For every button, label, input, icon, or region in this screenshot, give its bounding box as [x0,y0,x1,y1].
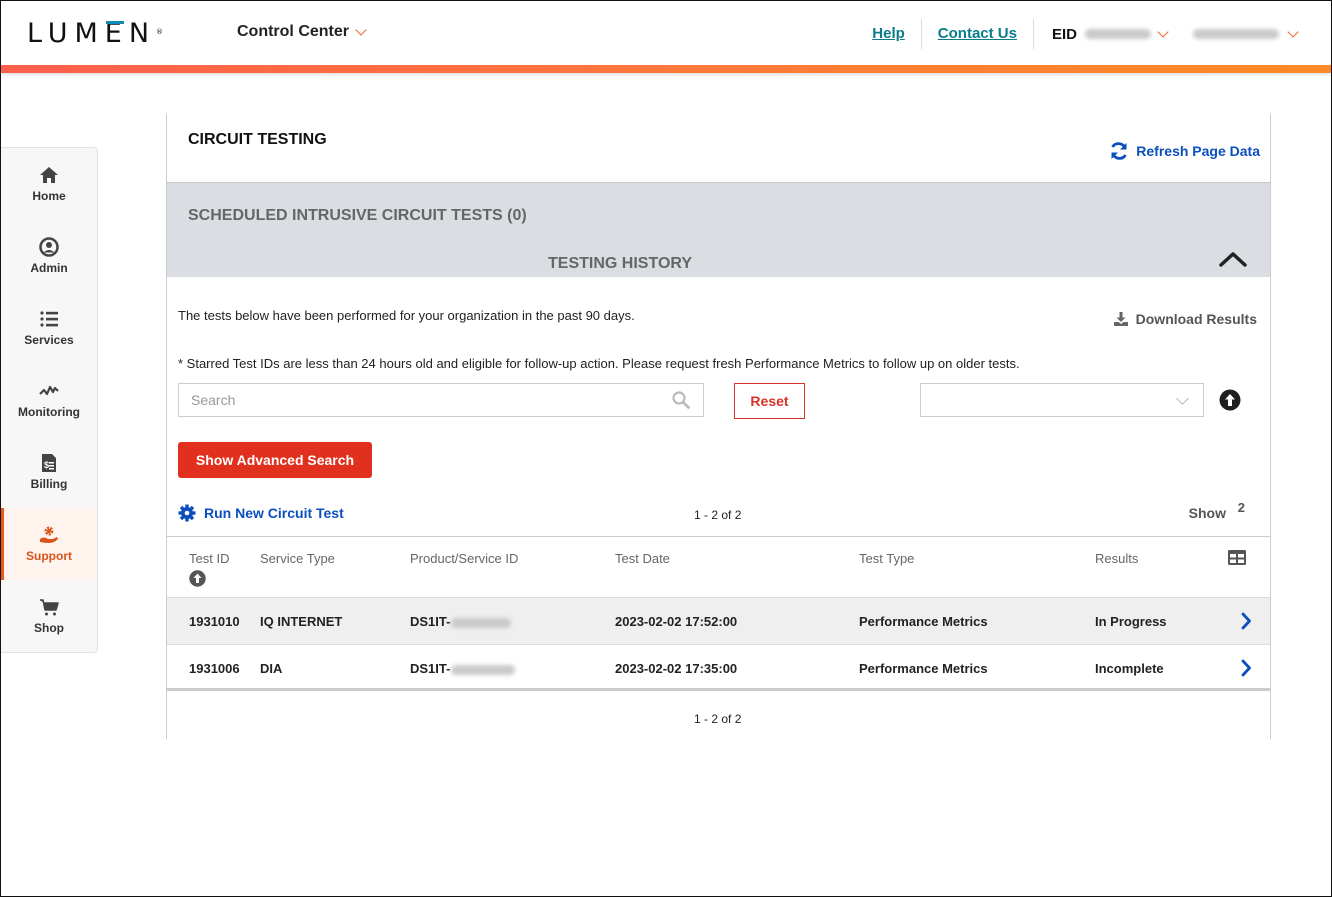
search-icon[interactable] [671,390,691,410]
sort-field-select[interactable] [920,383,1204,417]
column-header-product-service-id[interactable]: Product/Service ID [410,551,518,566]
run-test-label: Run New Circuit Test [204,505,344,521]
show-advanced-search-button[interactable]: Show Advanced Search [178,442,372,478]
cell-product-service-id: DS1IT- [410,661,516,676]
starred-note: * Starred Test IDs are less than 24 hour… [178,356,1020,371]
user-name-redacted [1193,29,1279,39]
product-id-prefix: DS1IT- [410,661,451,676]
column-header-test-id[interactable]: Test ID [189,551,229,566]
page-size-value[interactable]: 2 [1238,500,1245,515]
sort-ascending-icon[interactable] [189,570,206,587]
search-input[interactable] [179,384,671,416]
home-icon [40,167,58,183]
sidebar-item-support[interactable]: Support [1,508,97,580]
lumen-logo[interactable]: LUME N® [27,20,163,47]
column-header-service-type[interactable]: Service Type [260,551,335,566]
pagination-range: 1 - 2 of 2 [694,508,742,522]
cell-test-date: 2023-02-02 17:52:00 [615,614,738,629]
pulse-icon [39,385,59,396]
sidebar-item-label: Admin [30,261,68,275]
column-header-test-type[interactable]: Test Type [859,551,914,566]
app-switcher[interactable]: Control Center [237,23,367,41]
testing-history-heading: TESTING HISTORY [548,255,693,272]
refresh-icon [1111,142,1127,160]
run-new-circuit-test-link[interactable]: Run New Circuit Test [178,504,344,522]
table-row[interactable]: 1931006 DIA DS1IT- 2023-02-02 17:35:00 P… [167,644,1270,691]
invoice-icon: $ [42,454,56,472]
chevron-down-icon [355,23,367,36]
sidebar-item-label: Monitoring [18,405,80,419]
sidebar-item-label: Billing [30,477,68,491]
eid-selector[interactable]: EID [1034,25,1169,43]
cell-result: Incomplete [1095,661,1164,676]
page-title: CIRCUIT TESTING [188,131,327,148]
download-label: Download Results [1135,311,1257,327]
table-header: Test ID Service Type Product/Service ID … [167,536,1270,597]
list-icon [40,311,58,327]
chevron-right-icon[interactable] [1240,658,1252,678]
sidebar-item-admin[interactable]: Admin [1,220,97,292]
column-settings-grid-icon[interactable] [1228,550,1246,565]
chevron-up-icon[interactable] [1218,247,1248,271]
download-icon [1113,312,1128,326]
download-results-button[interactable]: Download Results [1113,311,1257,327]
chevron-right-icon[interactable] [1240,611,1252,631]
cell-test-type: Performance Metrics [859,614,988,629]
user-circle-icon [39,237,59,257]
sidebar-item-billing[interactable]: $ Billing [1,436,97,508]
circuit-testing-panel: CIRCUIT TESTING Refresh Page Data SCHEDU… [166,114,1271,739]
sidebar-item-services[interactable]: Services [1,292,97,364]
sidebar-item-label: Shop [34,621,64,635]
history-description: The tests below have been performed for … [178,308,635,323]
testing-history-table: Test ID Service Type Product/Service ID … [167,536,1270,691]
sidebar-item-label: Services [24,333,74,347]
column-header-results[interactable]: Results [1095,551,1138,566]
product-id-redacted [451,664,516,675]
scheduled-tests-heading[interactable]: SCHEDULED INTRUSIVE CIRCUIT TESTS (0) [188,207,527,225]
cell-service-type: DIA [260,661,283,676]
cell-service-type: IQ INTERNET [260,614,343,629]
refresh-page-data-button[interactable]: Refresh Page Data [1109,141,1260,161]
contact-us-link[interactable]: Contact Us [922,18,1033,50]
eid-value-redacted [1085,29,1151,39]
reset-button[interactable]: Reset [734,383,805,419]
top-header: LUME N® Control Center Help Contact Us EI… [1,1,1331,65]
show-label: Show [1188,505,1226,521]
support-hand-gear-icon [40,526,58,543]
cell-product-service-id: DS1IT- [410,614,512,629]
eid-label: EID [1051,25,1077,43]
table-row[interactable]: 1931010 IQ INTERNET DS1IT- 2023-02-02 17… [167,597,1270,644]
cell-result: In Progress [1095,614,1167,629]
sidebar-nav: Home Admin Services Monitoring $ Billing… [1,147,98,653]
sidebar-item-home[interactable]: Home [1,148,97,220]
cart-icon [40,599,59,616]
chevron-down-icon [1287,25,1299,38]
pagination-range-bottom: 1 - 2 of 2 [694,712,742,726]
sort-ascending-icon[interactable] [1219,389,1241,411]
sidebar-item-monitoring[interactable]: Monitoring [1,364,97,436]
search-box [178,383,704,417]
cell-test-date: 2023-02-02 17:35:00 [615,661,738,676]
brand-gradient-bar [1,65,1331,73]
sidebar-item-shop[interactable]: Shop [1,580,97,652]
product-id-redacted [451,617,512,628]
header-links: Help Contact Us EID [856,18,1331,50]
chevron-down-icon [1176,392,1189,405]
cell-test-type: Performance Metrics [859,661,988,676]
column-header-test-date[interactable]: Test Date [615,551,670,566]
section-band: SCHEDULED INTRUSIVE CIRCUIT TESTS (0) TE… [167,182,1270,277]
app-name: Control Center [237,23,349,40]
cell-test-id: 1931006 [189,661,240,676]
cell-test-id: 1931010 [189,614,240,629]
sidebar-item-label: Support [26,549,72,563]
sidebar-item-label: Home [32,189,66,203]
user-menu[interactable] [1167,25,1331,39]
svg-text:$: $ [44,460,49,470]
help-link[interactable]: Help [856,18,921,50]
gear-icon [178,504,196,522]
product-id-prefix: DS1IT- [410,614,451,629]
refresh-label: Refresh Page Data [1136,143,1260,159]
